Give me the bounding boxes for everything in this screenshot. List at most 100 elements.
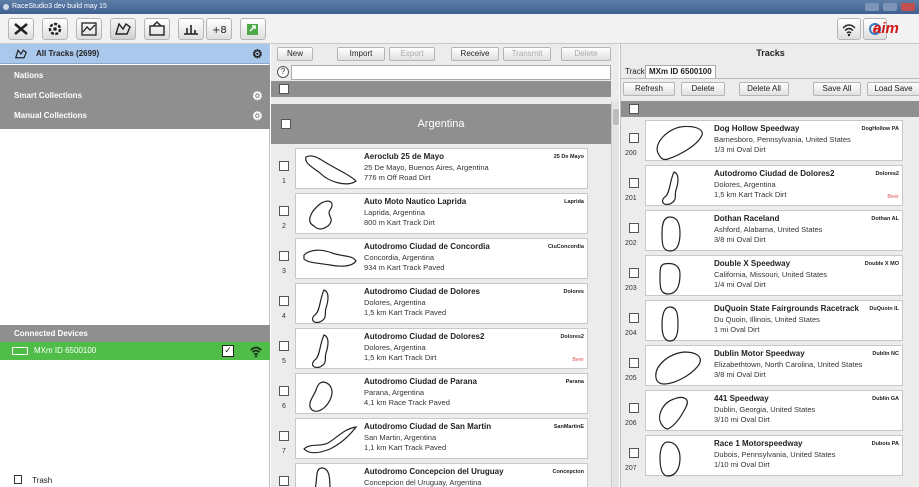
track-card[interactable]: Race 1 Motorspeedway Dubois, Pennsylvania… xyxy=(645,435,903,477)
track-card[interactable]: Autodromo Ciudad de Dolores2 Dolores, Arg… xyxy=(295,328,588,369)
category-label: Nations xyxy=(14,71,44,80)
dashboard-icon[interactable] xyxy=(144,18,170,40)
track-row[interactable]: 203 Double X Speedway California, Missouri… xyxy=(621,254,919,299)
track-row[interactable]: 6 Autodromo Ciudad de Parana Parana, Argen… xyxy=(271,372,611,417)
configuration-icon[interactable] xyxy=(42,18,68,40)
track-row[interactable]: 2 Auto Moto Nautico Laprida Laprida, Argen… xyxy=(271,192,611,237)
track-map-icon xyxy=(305,155,357,185)
gear-icon[interactable]: ⚙ xyxy=(252,110,264,122)
track-row[interactable]: 5 Autodromo Ciudad de Dolores2 Dolores, Ar… xyxy=(271,327,611,372)
settings-tools-icon[interactable] xyxy=(8,18,34,40)
track-short-name: Double X MO xyxy=(864,261,899,267)
track-checkbox[interactable] xyxy=(279,341,289,351)
maximize-button[interactable] xyxy=(883,3,897,11)
track-card[interactable]: Autodromo Ciudad de Concordia Concordia, … xyxy=(295,238,588,279)
track-checkbox[interactable] xyxy=(629,178,639,188)
transmit-button[interactable]: Transmit xyxy=(503,47,551,61)
track-row[interactable]: 204 DuQuoin State Fairgrounds Racetrack Du… xyxy=(621,299,919,344)
track-checkbox[interactable] xyxy=(279,476,289,486)
nation-checkbox[interactable] xyxy=(281,119,291,129)
track-row[interactable]: 201 Autodromo Ciudad de Dolores2 Dolores, … xyxy=(621,164,919,209)
track-card[interactable]: Autodromo Concepcion del Uruguay Concepci… xyxy=(295,463,588,487)
category-nations[interactable]: Nations xyxy=(0,67,270,85)
refresh-button[interactable]: Refresh xyxy=(623,82,675,96)
track-card[interactable]: Dothan Raceland Ashford, Alabama, United … xyxy=(645,210,903,252)
track-card[interactable]: Dublin Motor Speedway Elizabethtown, Nort… xyxy=(645,345,903,386)
track-checkbox[interactable] xyxy=(629,358,639,368)
delete-button[interactable]: Delete xyxy=(681,82,725,96)
track-row[interactable]: 202 Dothan Raceland Ashford, Alabama, Unit… xyxy=(621,209,919,254)
gear-icon[interactable]: ⚙ xyxy=(252,90,264,102)
track-card[interactable]: Autodromo Ciudad de Dolores2 Dolores, Arg… xyxy=(645,165,903,206)
select-all-checkbox[interactable] xyxy=(279,84,289,94)
connected-devices-header: Connected Devices xyxy=(0,325,270,342)
import-button[interactable]: Import xyxy=(337,47,385,61)
data-download-icon[interactable] xyxy=(76,18,102,40)
track-card[interactable]: Autodromo Ciudad de Parana Parana, Argent… xyxy=(295,373,588,414)
track-card[interactable]: Autodromo Ciudad de San Martin San Martin… xyxy=(295,418,588,459)
track-length: 3/8 mi Oval Dirt xyxy=(714,235,766,244)
category-smart-collections[interactable]: Smart Collections ⚙ xyxy=(0,87,270,105)
tab-device[interactable]: MXm ID 6500100 xyxy=(645,65,716,78)
device-tracks-panel: Tracks Track MXm ID 6500100 Refresh Dele… xyxy=(620,44,919,487)
delete-button[interactable]: Delete xyxy=(561,47,611,61)
track-card[interactable]: Auto Moto Nautico Laprida Laprida, Argent… xyxy=(295,193,588,234)
track-row[interactable]: 206 441 Speedway Dublin, Georgia, United S… xyxy=(621,389,919,434)
select-all-checkbox[interactable] xyxy=(629,104,639,114)
collections-sidebar: All Tracks (2699) ⚙ Nations Smart Collec… xyxy=(0,44,270,487)
minimize-button[interactable] xyxy=(865,3,879,11)
track-checkbox[interactable] xyxy=(629,223,639,233)
track-card[interactable]: Double X Speedway California, Missouri, U… xyxy=(645,255,903,296)
trash-item[interactable]: Trash xyxy=(14,475,52,485)
help-icon[interactable]: ? xyxy=(277,66,289,78)
track-location: Dublin, Georgia, United States xyxy=(714,405,816,414)
track-checkbox[interactable] xyxy=(279,431,289,441)
close-button[interactable] xyxy=(901,3,915,11)
channels-icon[interactable]: +8 xyxy=(206,18,232,40)
scrollbar[interactable] xyxy=(611,101,619,487)
track-checkbox[interactable] xyxy=(629,268,639,278)
calibration-icon[interactable] xyxy=(178,18,204,40)
gear-icon[interactable]: ⚙ xyxy=(252,48,264,60)
track-checkbox[interactable] xyxy=(279,296,289,306)
track-checkbox[interactable] xyxy=(629,133,639,143)
all-tracks-item[interactable]: All Tracks (2699) ⚙ xyxy=(0,44,270,64)
track-checkbox[interactable] xyxy=(629,313,639,323)
new-button[interactable]: New xyxy=(277,47,313,61)
track-card[interactable]: Autodromo Ciudad de Dolores Dolores, Arge… xyxy=(295,283,588,324)
track-location: Laprida, Argentina xyxy=(364,208,425,217)
track-row[interactable]: 4 Autodromo Ciudad de Dolores Dolores, Arg… xyxy=(271,282,611,327)
track-card[interactable]: Dog Hollow Speedway Barnesboro, Pennsylva… xyxy=(645,120,903,161)
load-save-button[interactable]: Load Save xyxy=(867,82,919,96)
track-location: Elizabethtown, North Carolina, United St… xyxy=(714,360,863,369)
device-row[interactable]: MXm ID 6500100 ✓ xyxy=(0,342,270,360)
track-checkbox[interactable] xyxy=(279,161,289,171)
track-checkbox[interactable] xyxy=(279,386,289,396)
track-checkbox[interactable] xyxy=(279,251,289,261)
track-row[interactable]: 205 Dublin Motor Speedway Elizabethtown, N… xyxy=(621,344,919,389)
tracks-icon[interactable] xyxy=(110,18,136,40)
receive-button[interactable]: Receive xyxy=(451,47,499,61)
track-checkbox[interactable] xyxy=(629,448,639,458)
track-row[interactable]: 200 Dog Hollow Speedway Barnesboro, Pennsy… xyxy=(621,119,919,164)
export-button[interactable]: Export xyxy=(389,47,435,61)
device-checkbox[interactable]: ✓ xyxy=(222,345,234,357)
track-row[interactable]: 8Autodromo Concepcion del UruguayConcepc… xyxy=(271,462,611,487)
track-row[interactable]: 1 Aeroclub 25 de Mayo 25 De Mayo, Buenos A… xyxy=(271,147,611,192)
track-checkbox[interactable] xyxy=(279,206,289,216)
track-card[interactable]: Aeroclub 25 de Mayo 25 De Mayo, Buenos Ai… xyxy=(295,148,588,189)
delete-all-button[interactable]: Delete All xyxy=(739,82,789,96)
category-manual-collections[interactable]: Manual Collections ⚙ xyxy=(0,107,270,125)
search-input[interactable] xyxy=(291,65,611,80)
track-row[interactable]: 3 Autodromo Ciudad de Concordia Concordia,… xyxy=(271,237,611,282)
scrollbar-thumb[interactable] xyxy=(613,109,619,125)
track-card[interactable]: 441 Speedway Dublin, Georgia, United Stat… xyxy=(645,390,903,431)
save-all-button[interactable]: Save All xyxy=(813,82,861,96)
track-card[interactable]: DuQuoin State Fairgrounds Racetrack Du Qu… xyxy=(645,300,903,342)
track-checkbox[interactable] xyxy=(629,403,639,413)
track-row[interactable]: 207 Race 1 Motorspeedway Dubois, Pennsylva… xyxy=(621,434,919,479)
track-map-icon xyxy=(311,334,329,368)
wifi-icon[interactable] xyxy=(837,18,861,40)
transmit-icon[interactable] xyxy=(240,18,266,40)
track-row[interactable]: 7 Autodromo Ciudad de San Martin San Marti… xyxy=(271,417,611,462)
